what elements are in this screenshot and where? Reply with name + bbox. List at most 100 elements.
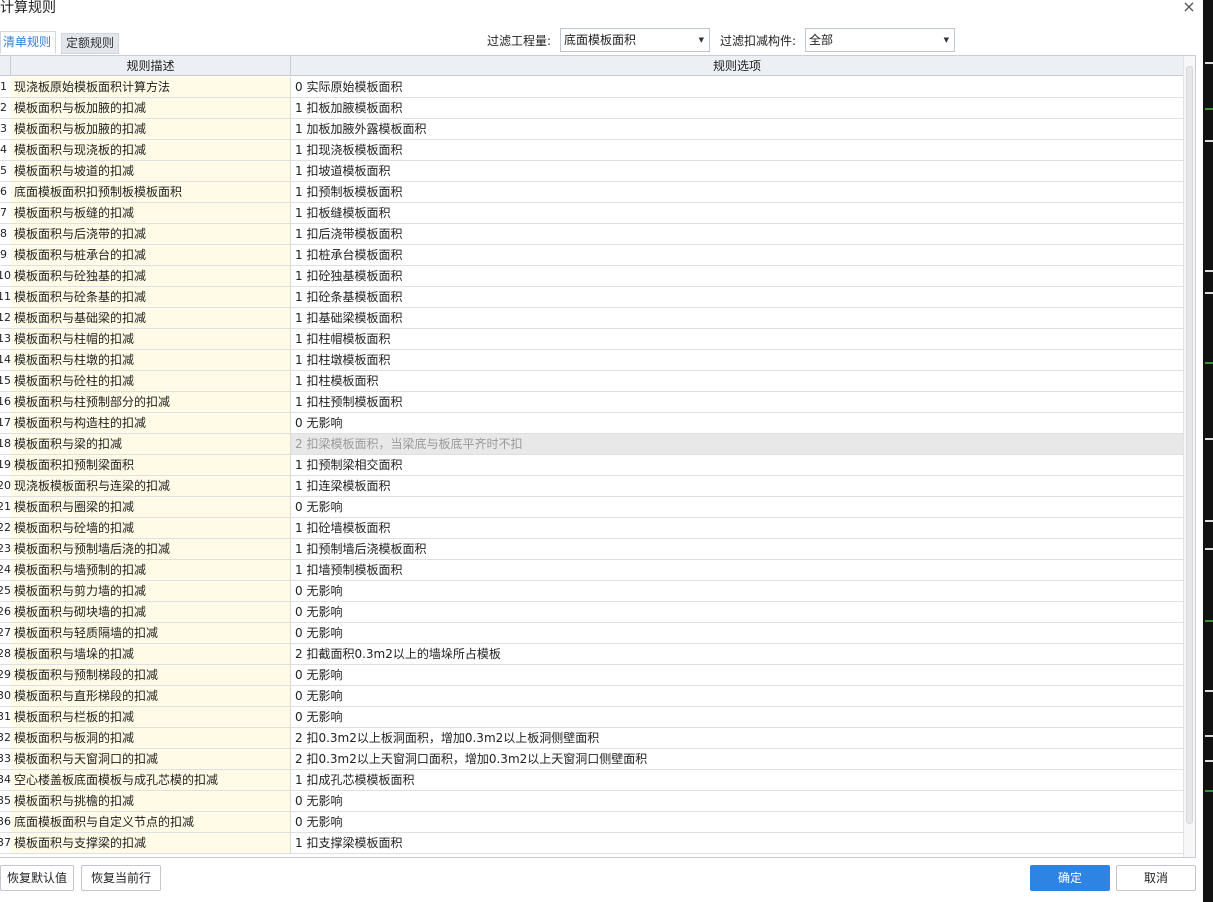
table-row[interactable]: 23模板面积与预制墙后浇的扣减1 扣预制墙后浇模板面积 <box>0 539 1183 560</box>
table-row[interactable]: 37模板面积与支撑梁的扣减1 扣支撑梁模板面积 <box>0 833 1183 854</box>
table-row[interactable]: 35模板面积与挑檐的扣减0 无影响 <box>0 791 1183 812</box>
rule-description-cell: 模板面积与挑檐的扣减 <box>11 791 291 811</box>
rule-option-cell[interactable]: 0 无影响 <box>291 791 1183 811</box>
table-row[interactable]: 8 模板面积与后浇带的扣减 1 扣后浇带模板面积 <box>0 224 1183 245</box>
rule-option-cell[interactable]: 0 无影响 <box>291 623 1183 643</box>
rule-option-cell[interactable]: 0 实际原始模板面积 <box>291 77 1183 97</box>
rule-option-cell[interactable]: 1 扣砼独基模板面积 <box>291 266 1183 286</box>
table-row[interactable]: 5 模板面积与坡道的扣减 1 扣坡道模板面积 <box>0 161 1183 182</box>
rule-option-cell[interactable]: 2 扣0.3m2以上天窗洞口面积，增加0.3m2以上天窗洞口侧壁面积 <box>291 749 1183 769</box>
rule-option-cell[interactable]: 1 扣砼条基模板面积 <box>291 287 1183 307</box>
row-number: 26 <box>0 605 11 618</box>
rule-option-cell[interactable]: 1 扣坡道模板面积 <box>291 161 1183 181</box>
rule-option-cell[interactable]: 0 无影响 <box>291 581 1183 601</box>
table-row[interactable]: 16模板面积与柱预制部分的扣减1 扣柱预制模板面积 <box>0 392 1183 413</box>
rule-option-cell[interactable]: 1 扣连梁模板面积 <box>291 476 1183 496</box>
table-row[interactable]: 22模板面积与砼墙的扣减1 扣砼墙模板面积 <box>0 518 1183 539</box>
rule-option-cell[interactable]: 1 扣成孔芯模模板面积 <box>291 770 1183 790</box>
table-row[interactable]: 19模板面积扣预制梁面积1 扣预制梁相交面积 <box>0 455 1183 476</box>
tab-quota-rules[interactable]: 定额规则 <box>61 33 119 54</box>
rule-option-cell[interactable]: 1 扣柱模板面积 <box>291 371 1183 391</box>
table-row[interactable]: 12模板面积与基础梁的扣减1 扣基础梁模板面积 <box>0 308 1183 329</box>
table-row[interactable]: 6 底面模板面积扣预制板模板面积 1 扣预制板模板面积 <box>0 182 1183 203</box>
cancel-button[interactable]: 取消 <box>1116 865 1196 891</box>
row-number: 21 <box>0 500 11 513</box>
header-rule-option[interactable]: 规则选项 <box>291 56 1183 76</box>
rule-description-cell: 模板面积与轻质隔墙的扣减 <box>11 623 291 643</box>
rule-description-cell: 模板面积与预制墙后浇的扣减 <box>11 539 291 559</box>
table-row[interactable]: 31模板面积与栏板的扣减0 无影响 <box>0 707 1183 728</box>
table-row[interactable]: 34空心楼盖板底面模板与成孔芯模的扣减1 扣成孔芯模模板面积 <box>0 770 1183 791</box>
rule-option-cell[interactable]: 1 扣预制梁相交面积 <box>291 455 1183 475</box>
table-row[interactable]: 24模板面积与墙预制的扣减1 扣墙预制模板面积 <box>0 560 1183 581</box>
rule-option-cell[interactable]: 0 无影响 <box>291 686 1183 706</box>
rule-option-cell[interactable]: 0 无影响 <box>291 812 1183 832</box>
filter-component-value: 全部 <box>809 33 834 47</box>
close-icon[interactable]: × <box>1181 0 1197 16</box>
rule-description-cell: 模板面积与砼墙的扣减 <box>11 518 291 538</box>
table-row[interactable]: 15模板面积与砼柱的扣减1 扣柱模板面积 <box>0 371 1183 392</box>
rule-option-cell[interactable]: 1 扣现浇板模板面积 <box>291 140 1183 160</box>
table-row[interactable]: 11模板面积与砼条基的扣减1 扣砼条基模板面积 <box>0 287 1183 308</box>
rule-option-cell[interactable]: 1 扣墙预制模板面积 <box>291 560 1183 580</box>
rule-option-cell[interactable]: 1 扣板加腋模板面积 <box>291 98 1183 118</box>
table-row[interactable]: 32模板面积与板洞的扣减2 扣0.3m2以上板洞面积，增加0.3m2以上板洞侧壁… <box>0 728 1183 749</box>
rule-option-cell[interactable]: 1 扣支撑梁模板面积 <box>291 833 1183 853</box>
rule-option-cell[interactable]: 1 扣基础梁模板面积 <box>291 308 1183 328</box>
table-row[interactable]: 14模板面积与柱墩的扣减1 扣柱墩模板面积 <box>0 350 1183 371</box>
table-row[interactable]: 27模板面积与轻质隔墙的扣减0 无影响 <box>0 623 1183 644</box>
rule-description-cell: 模板面积与砼条基的扣减 <box>11 287 291 307</box>
rule-option-cell[interactable]: 1 扣桩承台模板面积 <box>291 245 1183 265</box>
filter-component-select[interactable]: 全部 ▼ <box>805 28 955 52</box>
table-row[interactable]: 7 模板面积与板缝的扣减 1 扣板缝模板面积 <box>0 203 1183 224</box>
restore-current-row-button[interactable]: 恢复当前行 <box>81 865 161 891</box>
table-row[interactable]: 26模板面积与砌块墙的扣减0 无影响 <box>0 602 1183 623</box>
table-row[interactable]: 30模板面积与直形梯段的扣减0 无影响 <box>0 686 1183 707</box>
rule-option-cell[interactable]: 1 扣板缝模板面积 <box>291 203 1183 223</box>
rule-option-cell[interactable]: 2 扣0.3m2以上板洞面积，增加0.3m2以上板洞侧壁面积 <box>291 728 1183 748</box>
table-row[interactable]: 28模板面积与墙垛的扣减2 扣截面积0.3m2以上的墙垛所占模板 <box>0 644 1183 665</box>
table-row[interactable]: 13模板面积与柱帽的扣减1 扣柱帽模板面积 <box>0 329 1183 350</box>
rule-option-cell[interactable]: 1 扣预制墙后浇模板面积 <box>291 539 1183 559</box>
rule-option-cell[interactable]: 2 扣截面积0.3m2以上的墙垛所占模板 <box>291 644 1183 664</box>
table-row[interactable]: 10模板面积与砼独基的扣减1 扣砼独基模板面积 <box>0 266 1183 287</box>
header-rule-description[interactable]: 规则描述 <box>11 56 291 76</box>
table-row[interactable]: 36底面模板面积与自定义节点的扣减0 无影响 <box>0 812 1183 833</box>
rule-option-cell[interactable]: 1 扣柱帽模板面积 <box>291 329 1183 349</box>
rule-option-cell[interactable]: 0 无影响 <box>291 665 1183 685</box>
row-number: 19 <box>0 458 11 471</box>
rule-description-cell: 模板面积与坡道的扣减 <box>11 161 291 181</box>
rule-option-cell[interactable]: 1 扣后浇带模板面积 <box>291 224 1183 244</box>
table-row[interactable]: 1 现浇板原始模板面积计算方法 0 实际原始模板面积 <box>0 77 1183 98</box>
table-row[interactable]: 4 模板面积与现浇板的扣减 1 扣现浇板模板面积 <box>0 140 1183 161</box>
table-row[interactable]: 9 模板面积与桩承台的扣减 1 扣桩承台模板面积 <box>0 245 1183 266</box>
rule-description-cell: 模板面积与砌块墙的扣减 <box>11 602 291 622</box>
table-row[interactable]: 17模板面积与构造柱的扣减0 无影响 <box>0 413 1183 434</box>
restore-default-button[interactable]: 恢复默认值 <box>0 865 74 891</box>
rule-option-cell[interactable]: 1 扣柱墩模板面积 <box>291 350 1183 370</box>
vertical-scrollbar[interactable] <box>1183 56 1195 857</box>
edge-mark <box>1205 690 1213 692</box>
tab-list-rules[interactable]: 清单规则 <box>0 31 56 54</box>
rule-option-cell[interactable]: 0 无影响 <box>291 413 1183 433</box>
table-row[interactable]: 29模板面积与预制梯段的扣减0 无影响 <box>0 665 1183 686</box>
table-row[interactable]: 3 模板面积与板加腋的扣减 1 加板加腋外露模板面积 <box>0 119 1183 140</box>
rule-option-cell[interactable]: 2 扣梁模板面积，当梁底与板底平齐时不扣 <box>291 434 1183 454</box>
rule-option-cell[interactable]: 1 扣预制板模板面积 <box>291 182 1183 202</box>
table-row[interactable]: 25模板面积与剪力墙的扣减0 无影响 <box>0 581 1183 602</box>
table-row[interactable]: 21模板面积与圈梁的扣减0 无影响 <box>0 497 1183 518</box>
scrollbar-thumb[interactable] <box>1186 66 1193 824</box>
table-row[interactable]: 18模板面积与梁的扣减2 扣梁模板面积，当梁底与板底平齐时不扣 <box>0 434 1183 455</box>
ok-button[interactable]: 确定 <box>1030 865 1110 891</box>
rule-option-cell[interactable]: 1 加板加腋外露模板面积 <box>291 119 1183 139</box>
edge-mark <box>1205 362 1213 364</box>
table-row[interactable]: 33模板面积与天窗洞口的扣减2 扣0.3m2以上天窗洞口面积，增加0.3m2以上… <box>0 749 1183 770</box>
table-row[interactable]: 2 模板面积与板加腋的扣减 1 扣板加腋模板面积 <box>0 98 1183 119</box>
rule-option-cell[interactable]: 1 扣柱预制模板面积 <box>291 392 1183 412</box>
table-row[interactable]: 20现浇板模板面积与连梁的扣减1 扣连梁模板面积 <box>0 476 1183 497</box>
rule-option-cell[interactable]: 1 扣砼墙模板面积 <box>291 518 1183 538</box>
rule-option-cell[interactable]: 0 无影响 <box>291 602 1183 622</box>
filter-quantity-select[interactable]: 底面模板面积 ▼ <box>560 28 710 52</box>
rule-option-cell[interactable]: 0 无影响 <box>291 707 1183 727</box>
rule-option-cell[interactable]: 0 无影响 <box>291 497 1183 517</box>
